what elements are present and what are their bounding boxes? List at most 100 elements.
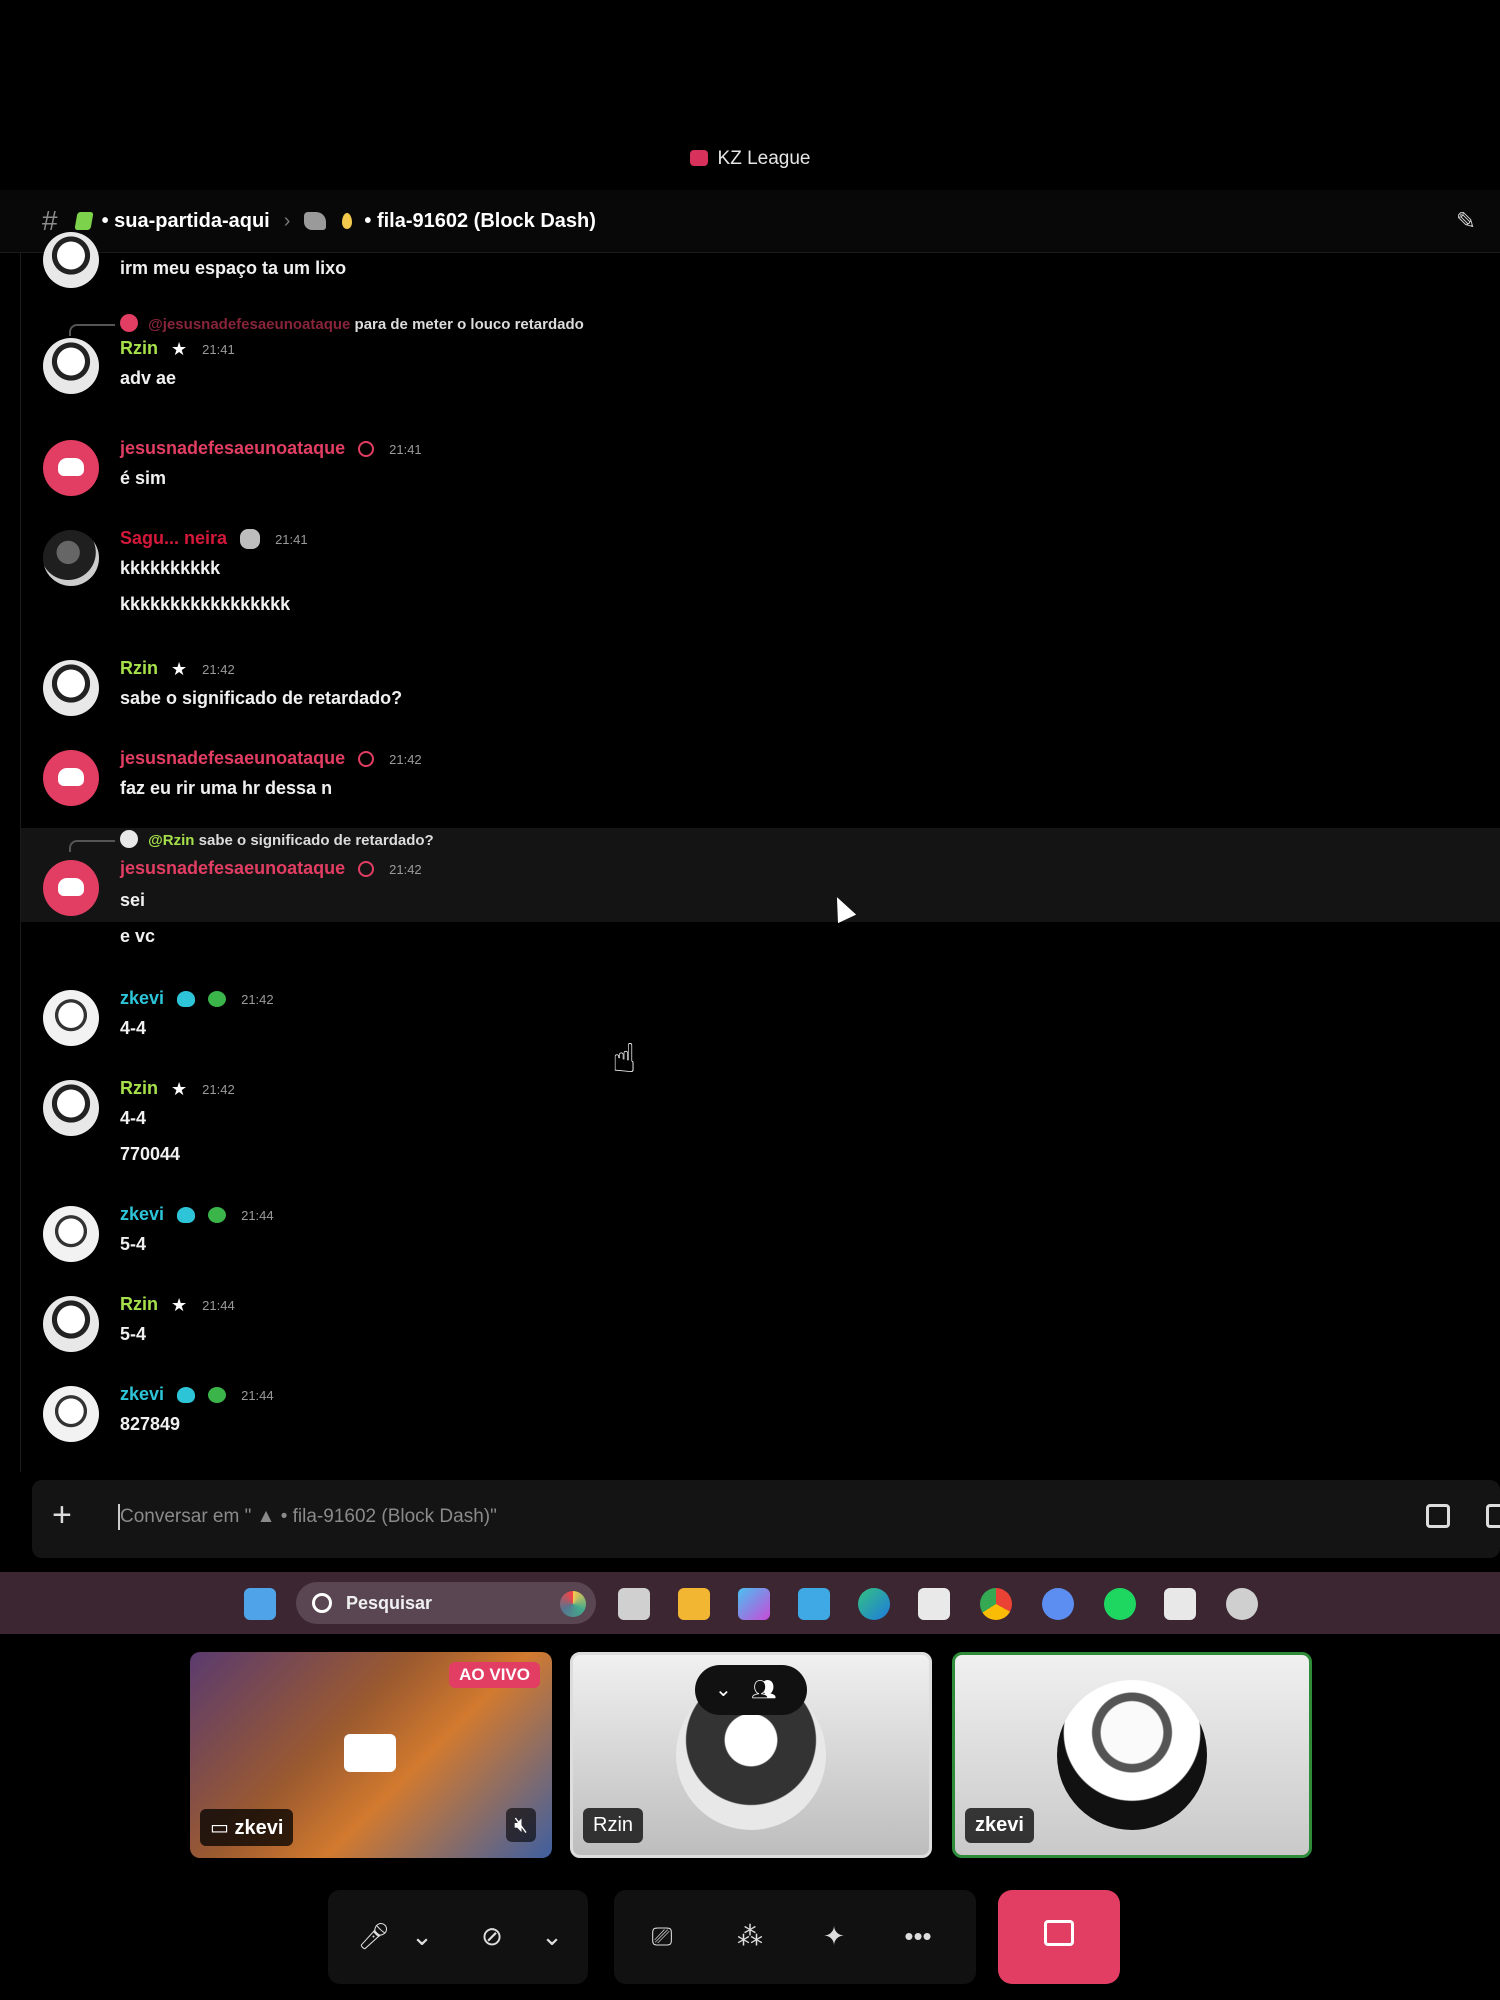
sticker-icon[interactable]: [1486, 1504, 1500, 1528]
avatar[interactable]: [43, 750, 99, 806]
tile-name-label: ▭ zkevi: [200, 1809, 294, 1846]
breadcrumb-current-thread[interactable]: • fila-91602 (Block Dash): [364, 210, 596, 233]
message-header: Rzin ★ 21:44: [120, 1294, 235, 1316]
chrome-icon[interactable]: [980, 1588, 1012, 1620]
search-icon: [312, 1593, 332, 1613]
message: jesusnadefesaeunoataque 21:42 faz eu rir…: [21, 742, 1500, 812]
steelseries-icon[interactable]: [1226, 1588, 1258, 1620]
author-name[interactable]: zkevi: [120, 1384, 164, 1404]
star-icon: ★: [171, 1294, 188, 1315]
copilot-icon[interactable]: [738, 1588, 770, 1620]
gift-icon[interactable]: [1426, 1504, 1450, 1528]
composer-placeholder[interactable]: Conversar em " ▲ • fila-91602 (Block Das…: [120, 1506, 497, 1528]
taskbar-search[interactable]: Pesquisar: [296, 1582, 596, 1624]
live-badge: AO VIVO: [449, 1662, 540, 1688]
message-composer[interactable]: + Conversar em " ▲ • fila-91602 (Block D…: [32, 1480, 1500, 1558]
participant-tile-speaking[interactable]: zkevi: [952, 1652, 1312, 1858]
chevron-down-icon[interactable]: ⌄: [402, 1914, 442, 1958]
ring-badge-icon: [358, 861, 375, 878]
star-icon: ★: [171, 1078, 188, 1099]
window-title: KZ League: [717, 148, 811, 169]
avatar[interactable]: [43, 990, 99, 1046]
stream-tile[interactable]: AO VIVO ▭ zkevi 🔇︎: [190, 1652, 552, 1858]
store-icon[interactable]: [918, 1588, 950, 1620]
avatar[interactable]: [43, 1296, 99, 1352]
author-name[interactable]: Rzin: [120, 338, 158, 358]
pin-icon[interactable]: ✎: [1456, 207, 1476, 236]
more-icon[interactable]: •••: [898, 1914, 938, 1958]
activities-icon[interactable]: ⁂: [730, 1914, 770, 1958]
avatar[interactable]: [43, 338, 99, 394]
muted-speaker-icon[interactable]: 🔇︎: [506, 1808, 536, 1842]
gem-icon: [73, 212, 94, 230]
heart-badge-icon: [208, 1207, 227, 1224]
ring-badge-icon: [358, 751, 375, 768]
message-list[interactable]: irm meu espaço ta um lixo @jesusnadefesa…: [20, 232, 1500, 1472]
reply-connector: [69, 840, 115, 852]
reply-mention: @Rzin: [148, 832, 195, 849]
add-attachment-icon[interactable]: +: [52, 1496, 72, 1535]
avatar[interactable]: [43, 440, 99, 496]
timestamp: 21:42: [202, 1081, 235, 1097]
author-name[interactable]: Rzin: [120, 1078, 158, 1098]
file-explorer-icon[interactable]: [678, 1588, 710, 1620]
activity-controls: ⎚ ⁂ ✦ •••: [614, 1890, 976, 1984]
author-name[interactable]: jesusnadefesaeunoataque: [120, 748, 345, 768]
hash-icon: #: [42, 205, 58, 236]
heart-badge-icon: [208, 991, 227, 1008]
avatar[interactable]: [43, 860, 99, 916]
screen-share-icon[interactable]: ⎚: [642, 1914, 682, 1958]
reply-connector: [69, 324, 115, 336]
author-name[interactable]: zkevi: [120, 988, 164, 1008]
message: Rzin ★ 21:42 4-4 770044: [21, 1072, 1500, 1172]
timestamp: 21:44: [202, 1297, 235, 1313]
microphone-icon[interactable]: 🎤︎: [354, 1914, 394, 1958]
author-name[interactable]: Rzin: [120, 1294, 158, 1314]
reply-text: sabe o significado de retardado?: [198, 832, 434, 849]
rock-icon: [304, 212, 327, 230]
soundboard-icon[interactable]: ✦: [814, 1914, 854, 1958]
avatar[interactable]: [43, 1206, 99, 1262]
participant-tile[interactable]: ⌄ 👥︎ Rzin: [570, 1652, 932, 1858]
breadcrumb-parent-channel[interactable]: • sua-partida-aqui: [102, 210, 270, 233]
chevron-down-icon[interactable]: ⌄: [532, 1914, 572, 1958]
leave-call-button[interactable]: [998, 1890, 1120, 1984]
author-name[interactable]: Rzin: [120, 658, 158, 678]
avatar[interactable]: [43, 1080, 99, 1136]
camera-off-icon[interactable]: ⊘: [472, 1914, 512, 1958]
message-text: sabe o significado de retardado?: [120, 688, 403, 708]
discord-taskbar-icon[interactable]: [1042, 1588, 1074, 1620]
tile-name-label: Rzin: [583, 1808, 644, 1843]
reply-mention: @jesusnadefesaeunoataque: [148, 316, 351, 333]
author-name[interactable]: jesusnadefesaeunoataque: [120, 438, 345, 458]
spotify-icon[interactable]: [1104, 1588, 1136, 1620]
message: jesusnadefesaeunoataque 21:41 é sim: [21, 432, 1500, 502]
reply-preview[interactable]: @jesusnadefesaeunoataque para de meter o…: [120, 314, 584, 333]
edge-icon[interactable]: [858, 1588, 890, 1620]
reply-preview[interactable]: @Rzin sabe o significado de retardado?: [120, 830, 434, 849]
avatar[interactable]: [43, 660, 99, 716]
reply-text: para de meter o louco retardado: [354, 316, 584, 333]
windows-start-icon[interactable]: [244, 1588, 276, 1620]
app-window-icon[interactable]: [1164, 1588, 1196, 1620]
bing-icon: [560, 1591, 586, 1617]
author-name[interactable]: Sagu... neira: [120, 528, 227, 548]
author-name[interactable]: zkevi: [120, 1204, 164, 1224]
task-view-icon[interactable]: [618, 1588, 650, 1620]
message: zkevi 21:44 5-4: [21, 1198, 1500, 1268]
avatar[interactable]: [43, 530, 99, 586]
reply-avatar: [120, 830, 138, 848]
avatar[interactable]: [43, 1386, 99, 1442]
message: zkevi 21:44 827849: [21, 1378, 1500, 1448]
author-name[interactable]: jesusnadefesaeunoataque: [120, 858, 345, 878]
message-hovered[interactable]: @Rzin sabe o significado de retardado? j…: [21, 828, 1500, 922]
participants-toggle[interactable]: ⌄ 👥︎: [695, 1665, 807, 1715]
message-continuation: e vc: [21, 922, 1500, 962]
message-text: 5-4: [120, 1234, 147, 1254]
mail-icon[interactable]: [798, 1588, 830, 1620]
message-text: 4-4: [120, 1108, 147, 1128]
mask-badge-icon: [240, 529, 261, 550]
avatar[interactable]: [43, 232, 99, 288]
message-header: jesusnadefesaeunoataque 21:42: [120, 748, 422, 769]
message-text: e vc: [120, 926, 156, 946]
